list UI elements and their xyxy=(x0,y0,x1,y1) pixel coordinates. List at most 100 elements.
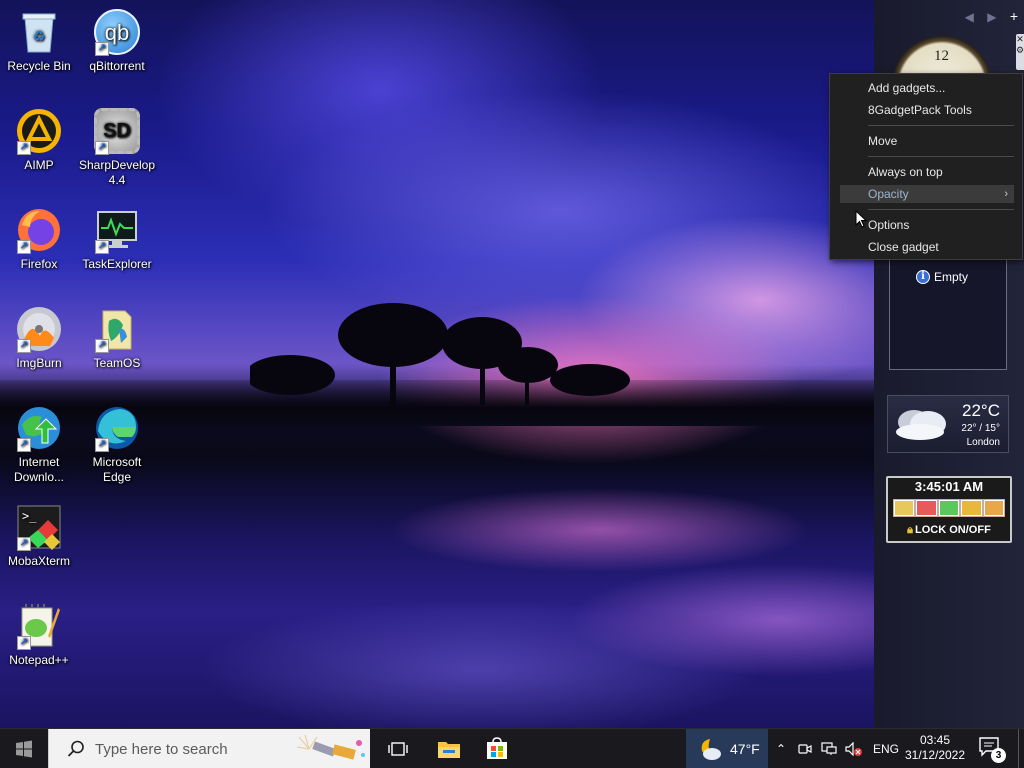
mobaxterm-icon: >_ ↗ xyxy=(15,503,63,551)
desktop-icon-label: Notepad++ xyxy=(9,653,69,667)
weather-range: 22° / 15° xyxy=(961,423,1000,434)
sharpdevelop-icon: SD ↗ xyxy=(93,107,141,155)
wallpaper-trees xyxy=(250,303,630,405)
lock-gadget-time: 3:45:01 AM xyxy=(914,479,984,494)
teamos-folder-icon: ↗ xyxy=(93,305,141,353)
info-icon: i xyxy=(916,270,930,284)
show-desktop-button[interactable] xyxy=(1018,729,1019,768)
wrench-icon[interactable]: ⚙ xyxy=(1016,45,1024,56)
desktop-icon-qbittorrent[interactable]: qb ↗ qBittorrent xyxy=(78,8,156,74)
desktop-icon-mobaxterm[interactable]: >_ ↗ MobaXterm xyxy=(0,503,78,569)
sidebar-add-button[interactable]: + xyxy=(1010,8,1018,24)
desktop-icon-taskexplorer[interactable]: ↗ TaskExplorer xyxy=(78,206,156,272)
shortcut-arrow-icon: ↗ xyxy=(17,438,31,452)
menu-item-move[interactable]: Move xyxy=(840,132,1014,150)
sidebar-nav: ◀ ▶ + xyxy=(955,8,1018,24)
firefox-icon: ↗ xyxy=(15,206,63,254)
sidebar-next-button[interactable]: ▶ xyxy=(987,10,996,24)
desktop-icon-label: SharpDevelop 4.4 xyxy=(78,158,156,187)
slideshow-empty-label: Empty xyxy=(934,270,969,284)
store-icon xyxy=(487,737,507,759)
weather-city: London xyxy=(966,437,1000,448)
desktop-icon-label: AIMP xyxy=(24,158,54,172)
svg-text:♻: ♻ xyxy=(33,28,46,44)
lock-gadget[interactable]: 3:45:01 AM 🔒︎ LOCK ON/OFF xyxy=(886,476,1012,543)
taskexplorer-icon: ↗ xyxy=(93,206,141,254)
desktop-icon-label: TeamOS xyxy=(93,356,141,370)
desktop-icon-internet-download-manager[interactable]: ↗ Internet Downlo... xyxy=(0,404,78,485)
volume-muted-icon[interactable] xyxy=(845,742,863,756)
imgburn-icon: ↗ xyxy=(15,305,63,353)
notification-count-badge: 3 xyxy=(991,748,1006,763)
desktop-icon-label: Microsoft Edge xyxy=(92,455,142,484)
taskbar: Type here to search 47°F ⌃ ENG 03:45 31/… xyxy=(0,728,1024,768)
eject-icon[interactable] xyxy=(983,500,1005,516)
desktop-icon-notepad-plus-plus[interactable]: ↗ Notepad++ xyxy=(0,602,78,668)
menu-item-opacity[interactable]: Opacity › xyxy=(840,185,1014,203)
lock-toggle-button[interactable]: 🔒︎ LOCK ON/OFF xyxy=(888,524,1010,537)
shortcut-arrow-icon: ↗ xyxy=(17,141,31,155)
menu-item-8gadgetpack-tools[interactable]: 8GadgetPack Tools xyxy=(840,101,1014,119)
desktop-icon-teamos[interactable]: ↗ TeamOS xyxy=(78,305,156,371)
shortcut-arrow-icon: ↗ xyxy=(95,438,109,452)
network-icon[interactable] xyxy=(821,742,837,756)
menu-item-always-on-top[interactable]: Always on top xyxy=(840,163,1014,181)
qbittorrent-icon: qb ↗ xyxy=(93,8,141,56)
chevron-right-icon: › xyxy=(1004,188,1008,200)
shortcut-arrow-icon: ↗ xyxy=(17,636,31,650)
taskbar-weather-temp: 47°F xyxy=(730,741,760,757)
shortcut-arrow-icon: ↗ xyxy=(95,141,109,155)
close-icon[interactable]: ✕ xyxy=(1016,34,1024,45)
task-view-icon xyxy=(388,742,408,756)
desktop-icon-sharpdevelop[interactable]: SD ↗ SharpDevelop 4.4 xyxy=(78,107,156,188)
system-tray: ⌃ ENG xyxy=(774,729,899,768)
clock-numeral: 12 xyxy=(934,48,949,64)
mouse-cursor-icon xyxy=(855,210,867,228)
meet-now-icon[interactable] xyxy=(798,742,812,756)
gadget-controls[interactable]: ✕ ⚙ xyxy=(1016,34,1024,70)
taskbar-clock[interactable]: 03:45 31/12/2022 xyxy=(900,733,970,763)
lock-toggle-label: LOCK ON/OFF xyxy=(915,524,991,536)
desktop-icon-label: MobaXterm xyxy=(7,554,71,568)
tray-overflow-chevron-icon[interactable]: ⌃ xyxy=(774,742,788,756)
menu-separator xyxy=(868,209,1014,210)
sleep-icon[interactable] xyxy=(894,500,915,516)
desktop-icon-recycle-bin[interactable]: ♻ Recycle Bin xyxy=(0,8,78,74)
slideshow-gadget[interactable]: i Empty xyxy=(889,252,1007,370)
input-language[interactable]: ENG xyxy=(873,742,899,756)
desktop-icon-label: ImgBurn xyxy=(16,356,62,370)
gadget-context-menu: Add gadgets... 8GadgetPack Tools Move Al… xyxy=(829,73,1023,260)
desktop-icon-label: qBittorrent xyxy=(89,59,145,73)
menu-separator xyxy=(868,125,1014,126)
shortcut-arrow-icon: ↗ xyxy=(95,339,109,353)
taskbar-date: 31/12/2022 xyxy=(904,748,966,762)
folder-icon xyxy=(438,742,460,758)
taskbar-time: 03:45 xyxy=(919,733,951,747)
restart-icon[interactable] xyxy=(938,500,960,516)
desktop-icon-aimp[interactable]: ↗ AIMP xyxy=(0,107,78,173)
internet-download-manager-icon: ↗ xyxy=(15,404,63,452)
task-view-button[interactable] xyxy=(384,729,412,768)
shortcut-arrow-icon: ↗ xyxy=(17,240,31,254)
desktop-icon-imgburn[interactable]: ↗ ImgBurn xyxy=(0,305,78,371)
start-button[interactable] xyxy=(0,729,48,768)
sidebar-prev-button[interactable]: ◀ xyxy=(965,10,974,24)
padlock-icon: 🔒︎ xyxy=(907,524,914,536)
taskbar-weather-widget[interactable]: 47°F xyxy=(686,729,768,768)
key-icon[interactable] xyxy=(961,500,982,516)
file-explorer-button[interactable] xyxy=(434,729,464,768)
search-placeholder: Type here to search xyxy=(95,740,228,758)
search-highlight-fireworks-icon[interactable] xyxy=(294,729,370,768)
svg-text:>_: >_ xyxy=(22,509,37,523)
power-icon[interactable] xyxy=(916,500,937,516)
weather-gadget[interactable]: 22°C 22° / 15° London xyxy=(887,395,1009,453)
menu-item-add-gadgets[interactable]: Add gadgets... xyxy=(840,79,1014,97)
desktop-icon-firefox[interactable]: ↗ Firefox xyxy=(0,206,78,272)
menu-item-close-gadget[interactable]: Close gadget xyxy=(840,238,1014,256)
desktop-icon-microsoft-edge[interactable]: ↗ Microsoft Edge xyxy=(78,404,156,485)
lock-gadget-buttons xyxy=(893,499,1005,517)
action-center-button[interactable]: 3 xyxy=(978,735,1006,763)
microsoft-store-button[interactable] xyxy=(482,729,512,768)
desktop-icon-label: Firefox xyxy=(20,257,58,271)
aimp-icon: ↗ xyxy=(15,107,63,155)
